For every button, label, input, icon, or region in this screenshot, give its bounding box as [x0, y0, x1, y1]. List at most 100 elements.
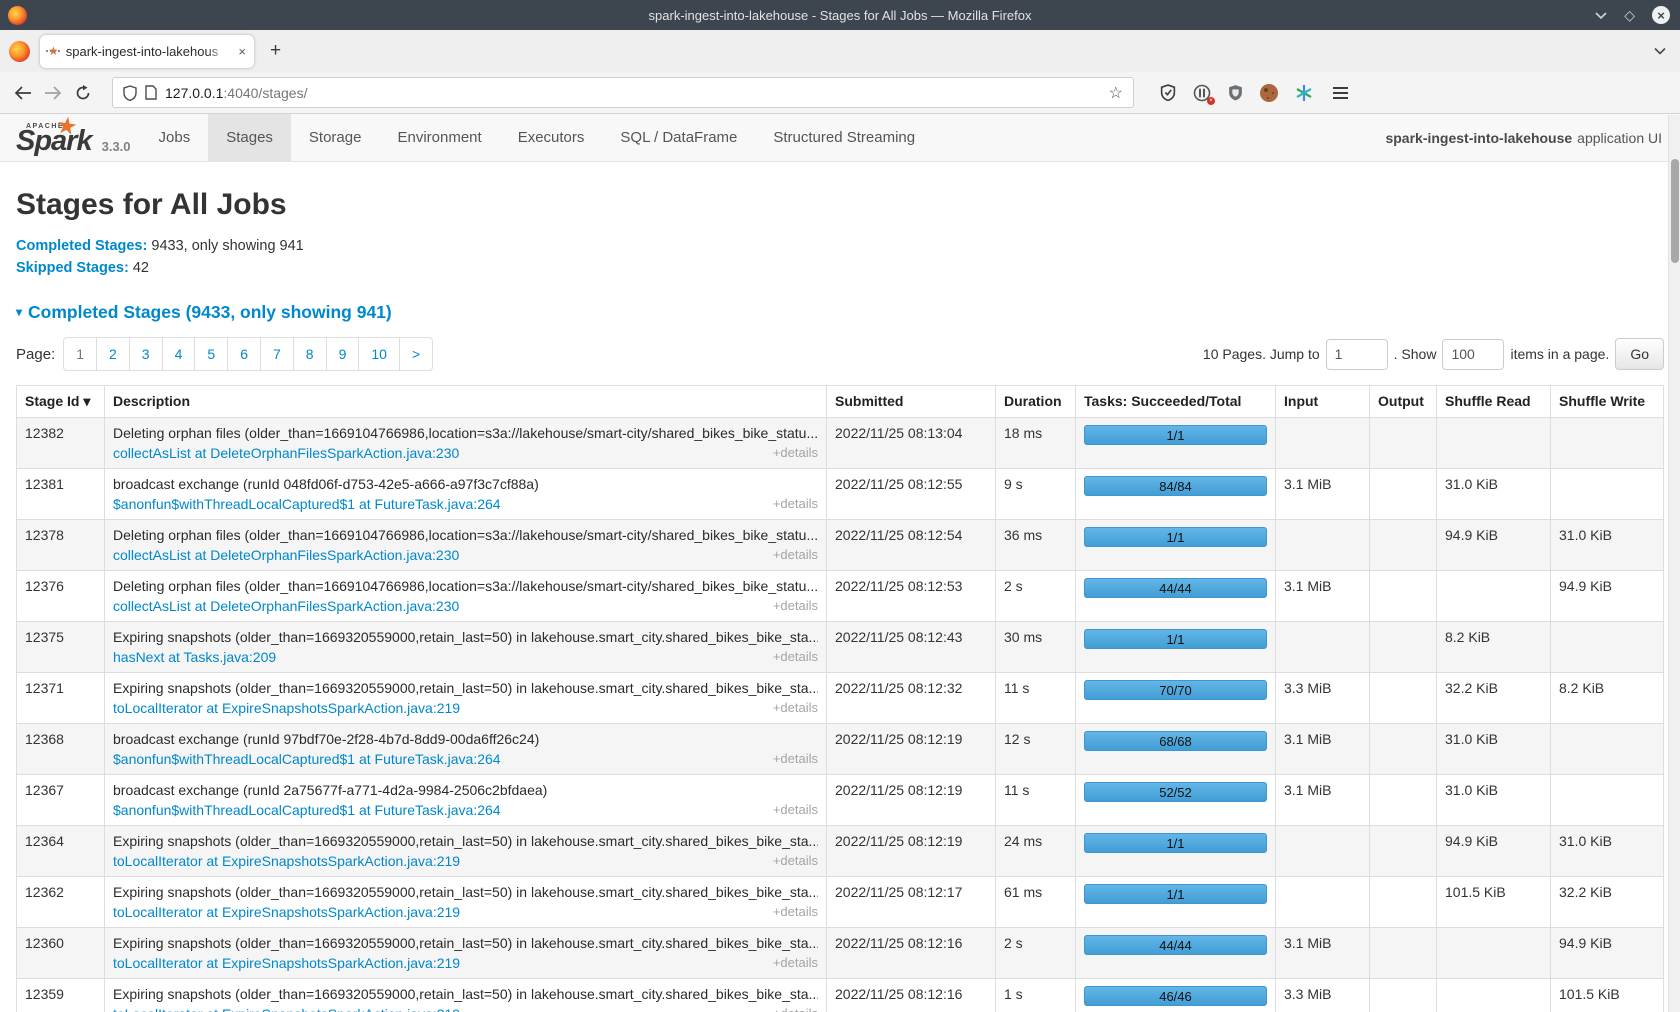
stage-id-cell: 12364 [17, 826, 105, 877]
back-icon[interactable] [8, 86, 38, 100]
details-toggle[interactable]: +details [765, 598, 818, 614]
details-toggle[interactable]: +details [765, 853, 818, 869]
completed-stages-link[interactable]: Completed Stages: [16, 238, 147, 254]
input-cell: 3.1 MiB [1276, 724, 1370, 775]
new-tab-button[interactable]: + [270, 40, 281, 62]
tab-close-icon[interactable]: × [238, 44, 246, 59]
stage-id-cell: 12375 [17, 622, 105, 673]
details-toggle[interactable]: +details [765, 904, 818, 920]
input-cell: 3.3 MiB [1276, 673, 1370, 724]
details-toggle[interactable]: +details [765, 547, 818, 563]
col-header-stage-id[interactable]: Stage Id ▾ [17, 386, 105, 418]
page-scrollbar[interactable] [1668, 115, 1680, 1012]
page-button-4[interactable]: 4 [163, 337, 196, 371]
tasks-progress-bar: 1/1 [1084, 884, 1267, 904]
menu-hamburger-icon[interactable] [1333, 87, 1348, 99]
stage-detail-link[interactable]: collectAsList at DeleteOrphanFilesSparkA… [113, 547, 459, 563]
details-toggle[interactable]: +details [765, 649, 818, 665]
window-minimize-icon[interactable] [1595, 11, 1607, 19]
skipped-stages-link[interactable]: Skipped Stages: [16, 260, 129, 276]
page-button-7[interactable]: 7 [261, 337, 294, 371]
colorful-asterisk-extension-icon[interactable] [1295, 84, 1313, 102]
stage-detail-link[interactable]: toLocalIterator at ExpireSnapshotsSparkA… [113, 904, 460, 920]
items-per-page-input[interactable] [1442, 339, 1504, 370]
details-toggle[interactable]: +details [765, 445, 818, 461]
ublock-shield-extension-icon[interactable] [1228, 84, 1243, 101]
col-header-description[interactable]: Description [105, 386, 827, 418]
description-cell: Expiring snapshots (older_than=166932055… [105, 928, 827, 979]
details-toggle[interactable]: +details [765, 802, 818, 818]
input-cell [1276, 520, 1370, 571]
stage-detail-link[interactable]: $anonfun$withThreadLocalCaptured$1 at Fu… [113, 496, 501, 512]
submitted-cell: 2022/11/25 08:12:19 [827, 775, 996, 826]
stage-detail-link[interactable]: $anonfun$withThreadLocalCaptured$1 at Fu… [113, 802, 501, 818]
details-toggle[interactable]: +details [765, 1006, 818, 1012]
stage-detail-link[interactable]: toLocalIterator at ExpireSnapshotsSparkA… [113, 853, 460, 869]
details-toggle[interactable]: +details [765, 700, 818, 716]
jump-to-page-input[interactable] [1326, 339, 1388, 370]
page-button-2[interactable]: 2 [97, 337, 130, 371]
nav-item-executors[interactable]: Executors [500, 114, 603, 161]
col-header-duration[interactable]: Duration [996, 386, 1076, 418]
stage-detail-link[interactable]: $anonfun$withThreadLocalCaptured$1 at Fu… [113, 751, 501, 767]
stage-detail-link[interactable]: collectAsList at DeleteOrphanFilesSparkA… [113, 598, 459, 614]
browser-tab[interactable]: ★ spark-ingest-into-lakehous × [40, 35, 254, 68]
firefox-view-icon[interactable] [9, 41, 30, 62]
col-header-shuffle-write[interactable]: Shuffle Write [1551, 386, 1664, 418]
window-maximize-icon[interactable]: ◇ [1624, 8, 1635, 22]
go-button[interactable]: Go [1615, 338, 1664, 370]
stage-id-cell: 12382 [17, 418, 105, 469]
page-info-icon[interactable] [145, 85, 157, 100]
cookie-extension-icon[interactable] [1260, 84, 1278, 102]
input-cell: 3.3 MiB [1276, 979, 1370, 1012]
duration-cell: 24 ms [996, 826, 1076, 877]
table-row: 12359 Expiring snapshots (older_than=166… [17, 979, 1664, 1012]
url-bar-input[interactable]: 127.0.0.1:4040/stages/ ☆ [112, 77, 1134, 108]
page-button-10[interactable]: 10 [359, 337, 400, 371]
input-cell: 3.1 MiB [1276, 469, 1370, 520]
nav-item-structured-streaming[interactable]: Structured Streaming [755, 114, 933, 161]
reload-icon[interactable] [68, 85, 98, 101]
nav-item-stages[interactable]: Stages [208, 114, 291, 161]
privacy-shield-extension-icon[interactable] [1160, 84, 1176, 101]
duration-cell: 11 s [996, 775, 1076, 826]
stage-detail-link[interactable]: toLocalIterator at ExpireSnapshotsSparkA… [113, 955, 460, 971]
nav-item-sql-dataframe[interactable]: SQL / DataFrame [602, 114, 755, 161]
tab-list-chevron-icon[interactable] [1654, 47, 1666, 55]
col-header-tasks[interactable]: Tasks: Succeeded/Total [1076, 386, 1276, 418]
col-header-submitted[interactable]: Submitted [827, 386, 996, 418]
stage-id-cell: 12376 [17, 571, 105, 622]
tasks-progress-bar: 1/1 [1084, 527, 1267, 547]
multi-account-extension-icon[interactable]: × [1193, 84, 1211, 102]
tracking-shield-icon[interactable] [123, 85, 137, 101]
next-page-button[interactable]: > [400, 337, 433, 371]
page-button-3[interactable]: 3 [130, 337, 163, 371]
details-toggle[interactable]: +details [765, 751, 818, 767]
forward-icon[interactable] [38, 86, 68, 100]
stage-detail-link[interactable]: toLocalIterator at ExpireSnapshotsSparkA… [113, 1006, 460, 1012]
stage-id-cell: 12368 [17, 724, 105, 775]
duration-cell: 36 ms [996, 520, 1076, 571]
scrollbar-thumb[interactable] [1671, 159, 1679, 263]
col-header-shuffle-read[interactable]: Shuffle Read [1437, 386, 1551, 418]
details-toggle[interactable]: +details [765, 955, 818, 971]
page-button-1[interactable]: 1 [63, 337, 97, 371]
details-toggle[interactable]: +details [765, 496, 818, 512]
page-button-9[interactable]: 9 [327, 337, 360, 371]
nav-item-jobs[interactable]: Jobs [141, 114, 209, 161]
bookmark-star-icon[interactable]: ☆ [1109, 83, 1123, 103]
stage-detail-link[interactable]: collectAsList at DeleteOrphanFilesSparkA… [113, 445, 459, 461]
stage-description: broadcast exchange (runId 97bdf70e-2f28-… [113, 731, 818, 747]
page-button-6[interactable]: 6 [228, 337, 261, 371]
stage-detail-link[interactable]: toLocalIterator at ExpireSnapshotsSparkA… [113, 700, 460, 716]
page-button-8[interactable]: 8 [294, 337, 327, 371]
nav-item-storage[interactable]: Storage [291, 114, 380, 161]
nav-item-environment[interactable]: Environment [379, 114, 499, 161]
tasks-progress-bar: 44/44 [1084, 578, 1267, 598]
col-header-input[interactable]: Input [1276, 386, 1370, 418]
window-close-icon[interactable]: × [1652, 6, 1670, 24]
page-button-5[interactable]: 5 [195, 337, 228, 371]
completed-stages-section-toggle[interactable]: ▾Completed Stages (9433, only showing 94… [16, 302, 1664, 323]
col-header-output[interactable]: Output [1370, 386, 1437, 418]
stage-detail-link[interactable]: hasNext at Tasks.java:209 [113, 649, 276, 665]
